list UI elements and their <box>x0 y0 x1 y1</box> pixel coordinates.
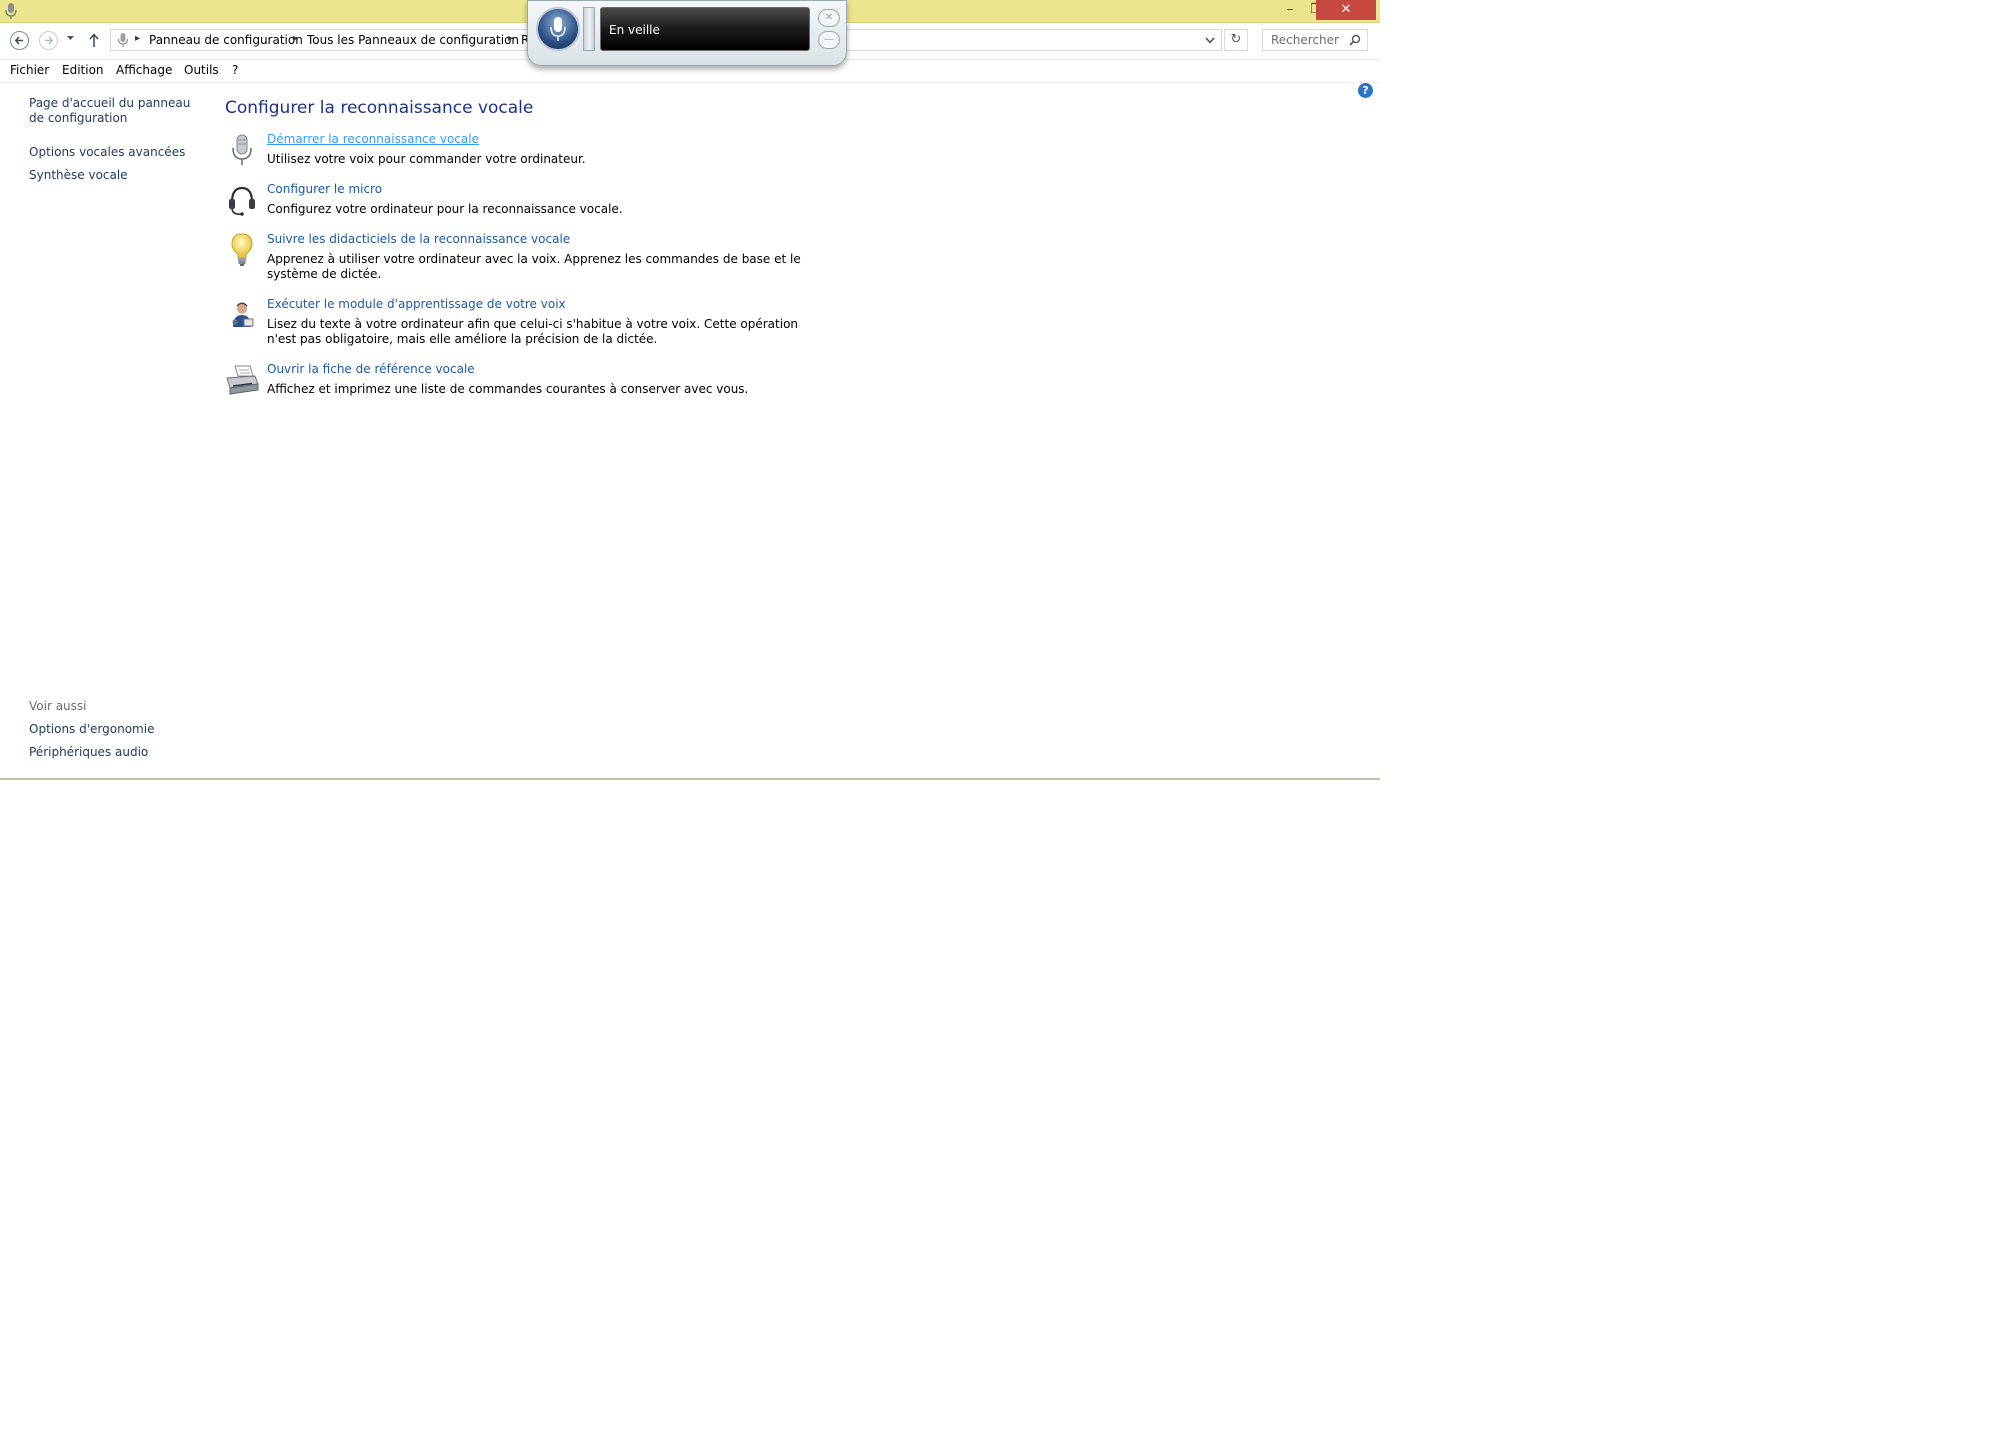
speech-widget-close-button[interactable]: ✕ <box>818 9 840 27</box>
start-speech-recognition-link[interactable]: Démarrer la reconnaissance vocale <box>267 132 479 146</box>
search-placeholder: Rechercher <box>1271 33 1339 47</box>
task-description: Lisez du texte à votre ordinateur afin q… <box>267 317 799 346</box>
task-description: Apprenez à utiliser votre ordinateur ave… <box>267 252 801 281</box>
recent-pages-chevron-down-icon[interactable] <box>66 35 75 41</box>
menu-help[interactable]: ? <box>232 63 238 77</box>
see-also-heading: Voir aussi <box>29 699 87 713</box>
menu-tools[interactable]: Outils <box>184 63 219 77</box>
help-icon[interactable]: ? <box>1358 83 1373 98</box>
microphone-location-icon <box>118 33 128 47</box>
back-button[interactable] <box>10 31 29 50</box>
arrow-right-icon <box>45 36 54 45</box>
microphone-icon <box>550 17 566 41</box>
speech-widget-minimize-button[interactable]: — <box>818 31 840 49</box>
open-speech-reference-card-link[interactable]: Ouvrir la fiche de référence vocale <box>267 362 475 376</box>
microphone-app-icon <box>5 3 17 19</box>
printer-icon <box>226 365 259 395</box>
sidebar-link-text-to-speech[interactable]: Synthèse vocale <box>29 168 204 183</box>
task-description: Configurez votre ordinateur pour la reco… <box>267 202 623 216</box>
speech-widget-grip[interactable] <box>583 7 595 51</box>
breadcrumb-all-control-panels[interactable]: Tous les Panneaux de configuration <box>307 33 519 47</box>
page-title: Configurer la reconnaissance vocale <box>225 98 534 118</box>
menu-file[interactable]: Fichier <box>10 63 49 77</box>
search-icon[interactable] <box>1349 34 1361 46</box>
left-navigation-pane: Page d'accueil du panneau de configurati… <box>0 82 210 776</box>
microphone-icon <box>232 134 252 165</box>
speech-recognition-widget[interactable]: En veille ✕ — <box>527 0 847 66</box>
arrow-left-icon <box>14 36 23 45</box>
speech-status-display: En veille <box>600 7 810 51</box>
close-button[interactable]: ✕ <box>1316 0 1376 20</box>
sidebar-link-audio-devices[interactable]: Périphériques audio <box>29 745 204 760</box>
up-arrow-icon[interactable] <box>88 32 100 48</box>
sidebar-link-ease-of-access[interactable]: Options d'ergonomie <box>29 722 204 737</box>
breadcrumb-control-panel[interactable]: Panneau de configuration <box>149 33 303 47</box>
search-input[interactable]: Rechercher <box>1262 29 1368 51</box>
user-training-icon <box>232 302 254 327</box>
address-history-chevron-down-icon[interactable] <box>1205 37 1215 44</box>
menu-edit[interactable]: Edition <box>62 63 104 77</box>
speech-tutorial-link[interactable]: Suivre les didacticiels de la reconnaiss… <box>267 232 570 246</box>
speech-microphone-button[interactable] <box>536 7 580 51</box>
lightbulb-icon <box>231 233 253 266</box>
refresh-button[interactable]: ↻ <box>1224 29 1248 51</box>
forward-button[interactable] <box>39 31 58 50</box>
sidebar-link-control-panel-home[interactable]: Page d'accueil du panneau de configurati… <box>29 96 204 126</box>
breadcrumb-separator-icon: ▸ <box>508 33 514 44</box>
task-description: Utilisez votre voix pour commander votre… <box>267 152 586 166</box>
voice-training-link[interactable]: Exécuter le module d'apprentissage de vo… <box>267 297 566 311</box>
breadcrumb-separator-icon: ▸ <box>293 33 299 44</box>
headset-icon <box>229 186 255 216</box>
sidebar-link-advanced-speech-options[interactable]: Options vocales avancées <box>29 145 204 160</box>
menu-view[interactable]: Affichage <box>116 63 172 77</box>
configure-microphone-link[interactable]: Configurer le micro <box>267 182 382 196</box>
control-panel-window: – ❐ ✕ ▸ Panneau de conf <box>0 0 1380 780</box>
breadcrumb-separator-icon: ▸ <box>135 33 141 44</box>
task-description: Affichez et imprimez une liste de comman… <box>267 382 749 396</box>
